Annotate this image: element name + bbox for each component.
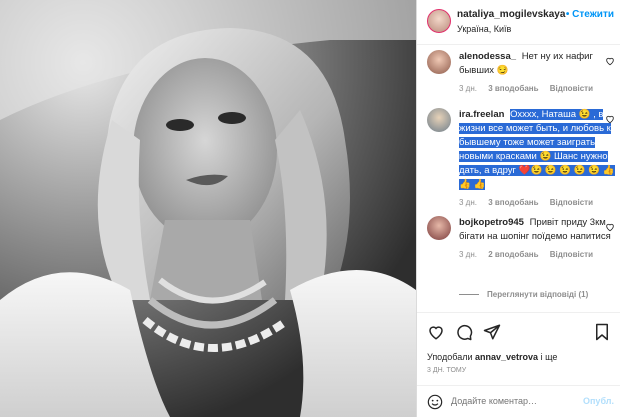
liked-by-prefix: Уподобали — [427, 352, 473, 362]
comment-meta: 3 дн. 3 вподобань Відповісти — [459, 198, 615, 207]
comment-meta: 3 дн. 2 вподобань Відповісти — [459, 250, 615, 259]
comment-time[interactable]: 3 дн. — [459, 198, 477, 207]
view-replies-button[interactable]: Переглянути відповіді (1) — [459, 290, 588, 299]
comment-username[interactable]: ira.freelan — [459, 109, 504, 120]
action-bar — [417, 312, 620, 349]
post-side-panel: nataliya_mogilevskaya • Стежити Україна,… — [416, 0, 620, 417]
post-header: nataliya_mogilevskaya • Стежити Україна,… — [417, 0, 620, 45]
liked-by-user[interactable]: annav_vetrova — [475, 352, 538, 362]
comment-likes[interactable]: 3 вподобань — [488, 84, 538, 93]
comment-likes[interactable]: 2 вподобань — [488, 250, 538, 259]
comment-icon[interactable] — [455, 323, 473, 346]
view-replies-label: Переглянути відповіді (1) — [487, 290, 589, 299]
liked-by: Уподобали annav_vetrova і ще — [427, 352, 557, 362]
follow-button[interactable]: • Стежити — [566, 9, 614, 20]
comment-item: alenodessa_ Нет ну их нафиг бывших 😏 3 д… — [427, 50, 615, 93]
comment-text: bojkopetro945 Привіт приду 3км бігати на… — [459, 216, 615, 244]
commenter-avatar[interactable] — [427, 50, 451, 74]
comment-time[interactable]: 3 дн. — [459, 84, 477, 93]
bookmark-icon[interactable] — [594, 323, 610, 346]
post-photo[interactable] — [0, 0, 416, 417]
smirk-emoji: 😏 — [496, 65, 509, 76]
comment-like-icon[interactable] — [605, 222, 615, 234]
comment-item: bojkopetro945 Привіт приду 3км бігати на… — [427, 216, 615, 259]
post-date[interactable]: 3 ДН. ТОМУ — [427, 367, 466, 374]
comment-like-icon[interactable] — [605, 114, 615, 126]
reply-button[interactable]: Відповісти — [550, 198, 593, 207]
commenter-avatar[interactable] — [427, 216, 451, 240]
author-avatar[interactable] — [427, 9, 451, 33]
emoji-icon[interactable] — [427, 394, 443, 415]
comment-username[interactable]: alenodessa_ — [459, 51, 516, 62]
reply-button[interactable]: Відповісти — [550, 84, 593, 93]
comment-username[interactable]: bojkopetro945 — [459, 217, 524, 228]
comment-time[interactable]: 3 дн. — [459, 250, 477, 259]
heart-icon[interactable] — [427, 323, 445, 346]
comment-text: alenodessa_ Нет ну их нафиг бывших 😏 — [459, 50, 615, 78]
comment-meta: 3 дн. 3 вподобань Відповісти — [459, 84, 615, 93]
comment-item: ira.freelan Охххх, Наташа 😉 , в жизни вс… — [427, 108, 615, 207]
commenter-avatar[interactable] — [427, 108, 451, 132]
add-comment-bar: Опубл. — [417, 385, 620, 418]
reply-button[interactable]: Відповісти — [550, 250, 593, 259]
replies-divider — [459, 294, 479, 296]
post-location[interactable]: Україна, Київ — [457, 24, 511, 34]
portrait-image — [0, 0, 416, 417]
author-username[interactable]: nataliya_mogilevskaya — [457, 9, 565, 20]
comment-body-selected: Охххх, Наташа 😉 , в жизни все может быть… — [459, 109, 615, 190]
comment-input[interactable] — [451, 396, 571, 406]
publish-button[interactable]: Опубл. — [583, 396, 614, 406]
comment-text: ira.freelan Охххх, Наташа 😉 , в жизни вс… — [459, 108, 615, 192]
comment-likes[interactable]: 3 вподобань — [488, 198, 538, 207]
comment-like-icon[interactable] — [605, 56, 615, 68]
liked-by-suffix[interactable]: і ще — [541, 352, 558, 362]
share-icon[interactable] — [483, 323, 501, 346]
